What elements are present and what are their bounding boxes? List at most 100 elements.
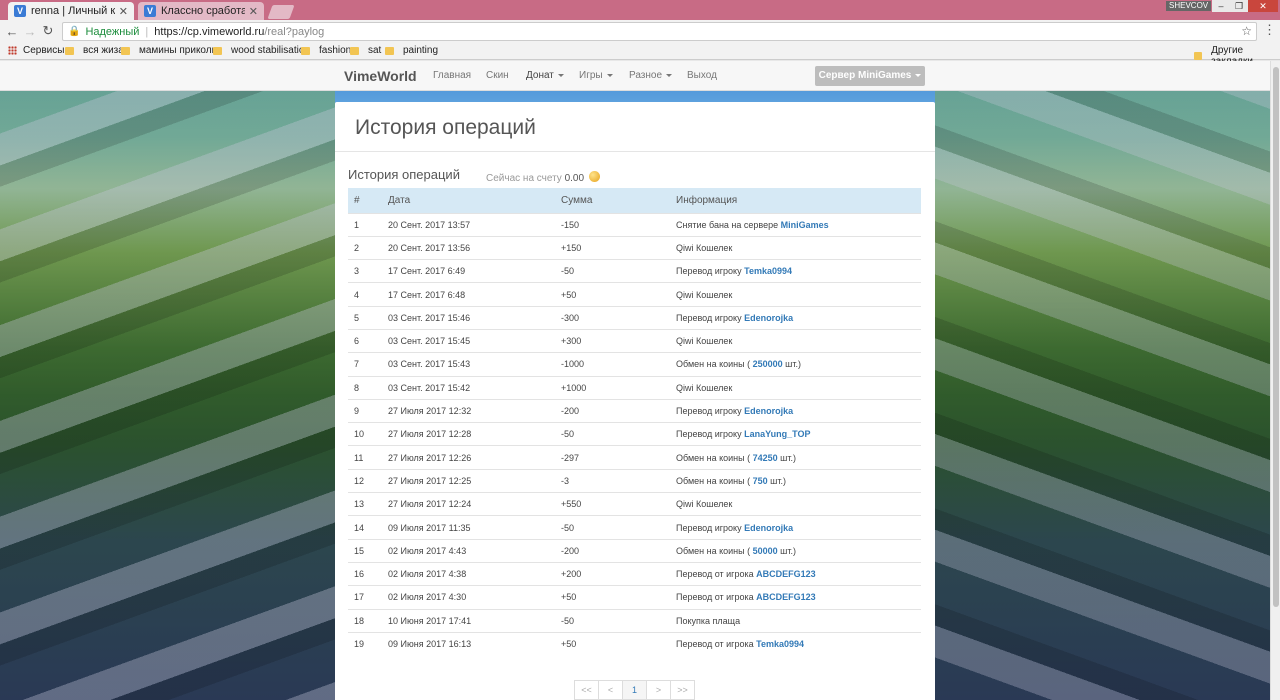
info-text: Перевод игроку [676,522,742,533]
row-date: 02 Июля 2017 4:30 [388,585,561,610]
table-row: 14 09 Июля 2017 11:35 -50 Перевод игроку Ed… [348,515,921,540]
info-text: Перевод игроку [676,266,742,277]
background-image [0,91,335,700]
page-scrollbar[interactable] [1270,61,1280,700]
lock-icon: 🔒 [68,26,81,37]
row-date: 10 Июня 2017 17:41 [388,608,561,633]
info-highlight[interactable]: 50000 [753,546,778,556]
info-suffix: шт.) [777,545,796,556]
row-amount: -300 [561,305,676,330]
folder-icon [213,46,222,55]
close-tab-icon[interactable]: ✕ [119,5,128,18]
bookmark-folder[interactable]: sat [350,45,381,56]
close-tab-icon[interactable]: ✕ [249,5,258,18]
row-amount: +150 [561,235,676,260]
table-row: 5 03 Сент. 2017 15:46 -300 Перевод игроку E… [348,305,921,330]
scrollbar-thumb[interactable] [1273,67,1279,607]
row-amount: -1000 [561,352,676,377]
profile-name[interactable]: SHEVCOV [1166,1,1212,11]
forward-icon[interactable]: → [21,24,39,39]
balance: Сейчас на счету 0.00 [486,171,600,184]
info-text: Qiwi Кошелек [676,242,733,253]
info-text: Обмен на коины ( [676,545,751,556]
back-icon[interactable]: ← [3,24,21,39]
row-number: 9 [348,398,388,423]
table-row: 7 03 Сент. 2017 15:43 -1000 Обмен на коины … [348,352,921,377]
nav-donate[interactable]: Донат [526,70,564,81]
bookmark-label: painting [403,45,439,56]
minimize-icon[interactable]: – [1212,0,1230,12]
prev-page-button[interactable]: < [598,680,623,700]
info-highlight[interactable]: Edenorojka [744,523,793,533]
info-highlight[interactable]: ABCDEFG123 [756,592,816,602]
row-amount: -150 [561,212,676,237]
reload-icon[interactable]: ↻ [39,23,57,39]
row-number: 15 [348,538,388,563]
url-path: /real?paylog [264,25,325,38]
row-info: Обмен на коины ( 750 шт.) [676,468,921,493]
row-info: Перевод от игрока ABCDEFG123 [676,561,921,586]
last-page-button[interactable]: >> [670,680,695,700]
close-window-icon[interactable]: ✕ [1248,0,1278,12]
address-bar[interactable]: 🔒 Надежный | https://cp.vimeworld.ru /re… [62,22,1257,41]
bookmark-folder[interactable]: вся жиза [65,45,124,56]
column-header: # [348,188,388,213]
row-number: 4 [348,282,388,307]
info-highlight[interactable]: 74250 [753,453,778,463]
divider [335,151,935,152]
row-info: Перевод игроку LanaYung_TOP [676,422,921,446]
row-info: Обмен на коины ( 50000 шт.) [676,538,921,563]
info-text: Перевод от игрока [676,639,754,650]
bookmark-services[interactable]: Сервисы [8,45,64,56]
info-highlight[interactable]: MiniGames [781,220,829,230]
bookmark-folder[interactable]: мамины приколы [121,45,219,56]
info-highlight[interactable]: Temka0994 [756,639,804,649]
nav-misc[interactable]: Разное [629,70,673,81]
table-row: 4 17 Сент. 2017 6:48 +50 Qiwi Кошелек [348,282,921,307]
nav-skin[interactable]: Скин [486,70,509,81]
nav-home[interactable]: Главная [433,70,471,81]
tab-active[interactable]: V renna | Личный кабинет ✕ [8,2,134,20]
bookmark-folder[interactable]: fashion [301,45,351,56]
tab-title: Классно сработано, кл [161,5,245,17]
server-select-button[interactable]: Сервер MiniGames [815,66,925,86]
nav-label: Игры [579,70,603,81]
info-highlight[interactable]: Edenorojka [744,406,793,416]
info-highlight[interactable]: 250000 [753,359,783,369]
row-info: Перевод игроку Edenorojka [676,515,921,540]
row-info: Снятие бана на сервере MiniGames [676,212,921,237]
info-highlight[interactable]: Edenorojka [744,313,793,323]
browser-menu-icon[interactable]: ⋮ [1263,22,1276,38]
next-page-button[interactable]: > [646,680,671,700]
tab-inactive[interactable]: V Классно сработано, кл ✕ [138,2,264,20]
info-text: Qiwi Кошелек [676,499,733,510]
page-title: История операций [355,116,536,139]
row-date: 09 Июля 2017 11:35 [388,515,561,540]
row-date: 02 Июля 2017 4:43 [388,538,561,563]
row-amount: +200 [561,561,676,586]
table-row: 18 10 Июня 2017 17:41 -50 Покупка плаща [348,608,921,633]
maximize-icon[interactable]: ❐ [1230,0,1248,12]
bookmark-folder[interactable]: wood stabilisation [213,45,310,56]
table-row: 9 27 Июля 2017 12:32 -200 Перевод игроку Ed… [348,398,921,423]
bookmark-folder[interactable]: painting [385,45,438,56]
nav-label: Выход [687,70,717,81]
bookmark-label: sat [368,45,382,56]
caret-down-icon [915,73,922,77]
page-1-button[interactable]: 1 [622,680,647,700]
nav-logout[interactable]: Выход [687,70,717,81]
row-info: Перевод от игрока Temka0994 [676,631,921,656]
nav-games[interactable]: Игры [579,70,613,81]
row-info: Перевод игроку Temka0994 [676,259,921,283]
first-page-button[interactable]: << [574,680,599,700]
row-date: 27 Июля 2017 12:24 [388,492,561,516]
info-highlight[interactable]: LanaYung_TOP [744,429,810,439]
info-text: Обмен на коины ( [676,359,751,370]
bookmark-star-icon[interactable]: ☆ [1241,24,1252,38]
row-info: Обмен на коины ( 74250 шт.) [676,445,921,470]
info-highlight[interactable]: ABCDEFG123 [756,569,816,579]
info-highlight[interactable]: 750 [753,476,768,486]
info-highlight[interactable]: Temka0994 [744,266,792,276]
site-brand[interactable]: VimeWorld [344,68,417,84]
new-tab-button[interactable] [267,5,295,19]
